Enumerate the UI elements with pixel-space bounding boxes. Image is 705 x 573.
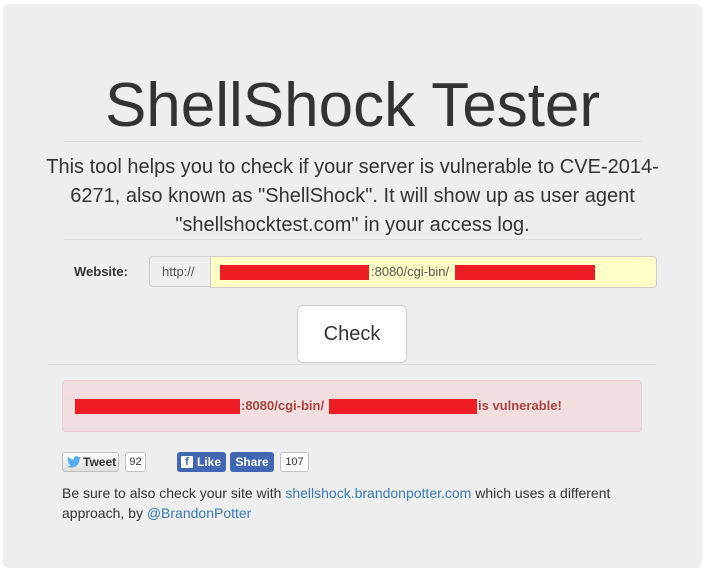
website-input[interactable]: :8080/cgi-bin/ — [210, 256, 657, 288]
footer-text-1: Be sure to also check your site with — [62, 485, 286, 501]
page-title: ShellShock Tester — [104, 71, 601, 140]
share-count: 107 — [280, 452, 309, 472]
like-label: Like — [197, 455, 222, 469]
tweet-button[interactable]: Tweet — [62, 452, 119, 472]
title-divider — [64, 141, 641, 142]
redacted-result-path — [329, 399, 477, 414]
form-divider — [48, 364, 656, 365]
brandonpotter-twitter-link[interactable]: @BrandonPotter — [147, 505, 252, 521]
tool-description: This tool helps you to check if your ser… — [46, 156, 659, 236]
result-url-path: :8080/cgi-bin/ — [241, 398, 325, 413]
tweet-label: Tweet — [83, 455, 117, 469]
redacted-host — [220, 265, 369, 280]
redacted-result-host — [75, 399, 240, 414]
result-status: is vulnerable! — [478, 398, 562, 413]
tweet-count: 92 — [125, 452, 146, 472]
redacted-path — [455, 265, 595, 280]
twitter-bird-icon — [67, 456, 81, 468]
footer-note: Be sure to also check your site with she… — [62, 483, 662, 523]
url-prefix-addon: http:// — [149, 256, 210, 287]
brandonpotter-site-link[interactable]: shellshock.brandonpotter.com — [285, 485, 471, 501]
vulnerability-alert: :8080/cgi-bin/ is vulnerable! — [62, 380, 642, 432]
url-path-text: :8080/cgi-bin/ — [371, 264, 450, 279]
facebook-share-button[interactable]: Share — [230, 452, 274, 472]
description-divider — [64, 239, 641, 240]
check-button[interactable]: Check — [297, 305, 407, 363]
website-label: Website: — [74, 264, 128, 279]
facebook-like-button[interactable]: f Like — [177, 452, 226, 472]
facebook-f-icon: f — [181, 456, 193, 468]
